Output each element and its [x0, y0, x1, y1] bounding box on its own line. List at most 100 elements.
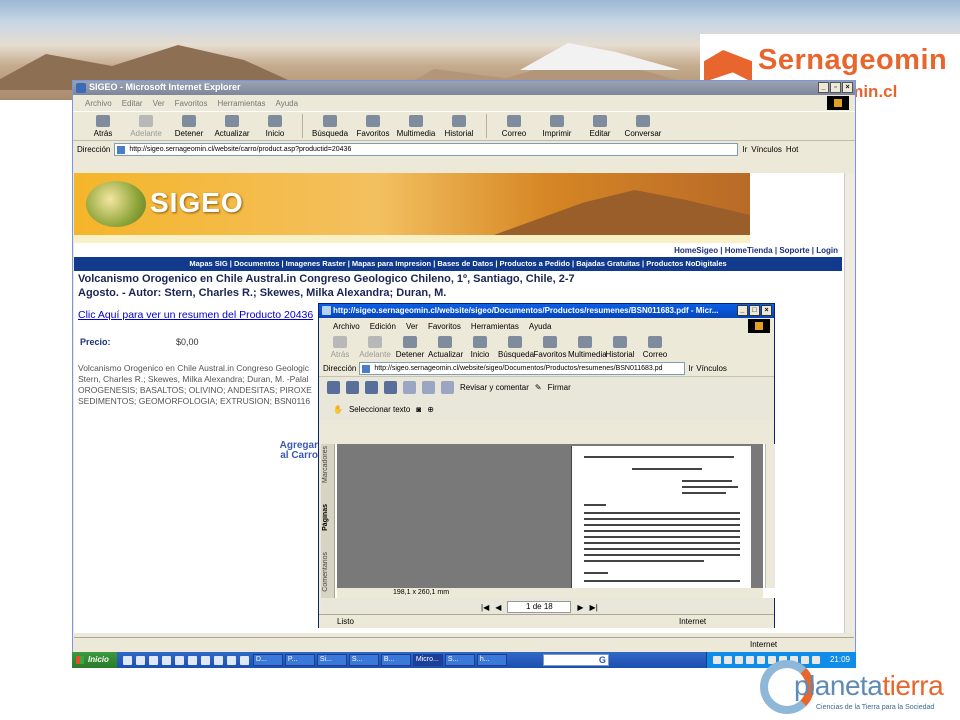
- page-number-field[interactable]: 1 de 18: [507, 601, 572, 613]
- address-input[interactable]: http://sigeo.sernageomin.cl/website/carr…: [114, 142, 739, 156]
- quick-launch-icon[interactable]: [239, 655, 249, 665]
- search-button[interactable]: Búsqueda: [310, 114, 350, 138]
- media-button[interactable]: Multimedia: [396, 114, 436, 138]
- top-links[interactable]: HomeSigeo | HomeTienda | Soporte | Login: [74, 245, 842, 257]
- menu-favoritos[interactable]: Favoritos: [428, 322, 461, 331]
- minimize-button[interactable]: _: [818, 82, 829, 93]
- taskbar-button[interactable]: B...: [380, 654, 411, 666]
- main-navbar[interactable]: Mapas SIG | Documentos | Imagenes Raster…: [74, 257, 842, 271]
- email-icon[interactable]: [365, 381, 378, 394]
- minimize-button[interactable]: _: [737, 305, 748, 316]
- links-label[interactable]: Vínculos: [696, 364, 727, 373]
- menu-herramientas[interactable]: Herramientas: [471, 322, 519, 331]
- search-box[interactable]: G: [542, 654, 609, 666]
- address-input[interactable]: http://sigeo.sernageomin.cl/website/sige…: [359, 361, 686, 375]
- hand-tool-icon[interactable]: ✋: [333, 405, 343, 414]
- menu-ver[interactable]: Ver: [406, 322, 418, 331]
- back-button[interactable]: Atrás: [323, 335, 357, 359]
- back-button[interactable]: Atrás: [83, 114, 123, 138]
- links-label[interactable]: Vínculos: [751, 145, 782, 154]
- menu-ayuda[interactable]: Ayuda: [529, 322, 552, 331]
- tab-comentarios[interactable]: Comentarios: [322, 552, 329, 592]
- print-icon[interactable]: [346, 381, 359, 394]
- tray-icon[interactable]: [724, 656, 732, 664]
- undo-icon[interactable]: [422, 381, 435, 394]
- forward-button[interactable]: Adelante: [358, 335, 392, 359]
- add-to-cart-button[interactable]: Agregar al Carro: [274, 441, 318, 461]
- refresh-button[interactable]: Actualizar: [428, 335, 463, 359]
- outer-scrollbar[interactable]: [844, 173, 854, 633]
- close-button[interactable]: ×: [842, 82, 853, 93]
- save-icon[interactable]: [327, 381, 340, 394]
- quick-launch-icon[interactable]: [122, 655, 132, 665]
- quick-launch-icon[interactable]: [187, 655, 197, 665]
- quick-launch-icon[interactable]: [161, 655, 171, 665]
- taskbar-button[interactable]: h...: [476, 654, 507, 666]
- quick-launch-icon[interactable]: [174, 655, 184, 665]
- next-page-icon[interactable]: ▶: [577, 603, 583, 612]
- tray-icon[interactable]: [746, 656, 754, 664]
- search-button[interactable]: Búsqueda: [498, 335, 534, 359]
- media-button[interactable]: Multimedia: [568, 335, 607, 359]
- favorites-button[interactable]: Favoritos: [533, 335, 567, 359]
- taskbar-button[interactable]: S...: [348, 654, 379, 666]
- forward-button[interactable]: Adelante: [126, 114, 166, 138]
- sign-button[interactable]: Firmar: [548, 383, 571, 392]
- tab-marcadores[interactable]: Marcadores: [322, 446, 329, 483]
- mail-button[interactable]: Correo: [494, 114, 534, 138]
- stop-button[interactable]: Detener: [169, 114, 209, 138]
- home-button[interactable]: Inicio: [463, 335, 497, 359]
- stop-button[interactable]: Detener: [393, 335, 427, 359]
- menu-ayuda[interactable]: Ayuda: [276, 99, 299, 108]
- menu-archivo[interactable]: Archivo: [85, 99, 112, 108]
- tab-paginas[interactable]: Páginas: [322, 504, 329, 531]
- hot-link[interactable]: Hot: [786, 145, 798, 154]
- refresh-button[interactable]: Actualizar: [212, 114, 252, 138]
- select-text-button[interactable]: Seleccionar texto: [349, 405, 410, 414]
- taskbar-button[interactable]: D...: [252, 654, 283, 666]
- quick-launch-icon[interactable]: [148, 655, 158, 665]
- zoom-icon[interactable]: ⊕: [427, 405, 434, 414]
- favorites-button[interactable]: Favoritos: [353, 114, 393, 138]
- restore-button[interactable]: ▫: [830, 82, 841, 93]
- menu-herramientas[interactable]: Herramientas: [218, 99, 266, 108]
- organizer-icon[interactable]: [403, 381, 416, 394]
- taskbar-button[interactable]: S...: [444, 654, 475, 666]
- print-button[interactable]: Imprimir: [537, 114, 577, 138]
- tray-icon[interactable]: [735, 656, 743, 664]
- menu-favoritos[interactable]: Favoritos: [175, 99, 208, 108]
- quick-launch-icon[interactable]: [135, 655, 145, 665]
- tray-icon[interactable]: [713, 656, 721, 664]
- taskbar-button[interactable]: P...: [284, 654, 315, 666]
- go-button[interactable]: Ir: [742, 145, 747, 154]
- quick-launch-icon[interactable]: [226, 655, 236, 665]
- menu-ver[interactable]: Ver: [153, 99, 165, 108]
- history-button[interactable]: Historial: [603, 335, 637, 359]
- taskbar-button[interactable]: Micro...: [412, 654, 443, 666]
- home-button[interactable]: Inicio: [255, 114, 295, 138]
- redo-icon[interactable]: [441, 381, 454, 394]
- history-button[interactable]: Historial: [439, 114, 479, 138]
- go-button[interactable]: Ir: [688, 364, 693, 373]
- mail-button[interactable]: Correo: [638, 335, 672, 359]
- search-icon[interactable]: [384, 381, 397, 394]
- quick-launch-icon[interactable]: [200, 655, 210, 665]
- pdf-scrollbar[interactable]: [765, 444, 775, 588]
- close-button[interactable]: ×: [761, 305, 772, 316]
- first-page-icon[interactable]: |◀: [481, 603, 489, 612]
- prev-page-icon[interactable]: ◀: [495, 603, 501, 612]
- menu-edicion[interactable]: Edición: [370, 322, 396, 331]
- start-button[interactable]: Inicio: [72, 652, 117, 668]
- quick-launch-icon[interactable]: [213, 655, 223, 665]
- summary-link[interactable]: Clic Aquí para ver un resumen del Produc…: [78, 309, 313, 321]
- edit-button[interactable]: Editar: [580, 114, 620, 138]
- discuss-button[interactable]: Conversar: [623, 114, 663, 138]
- taskbar-button[interactable]: Si...: [316, 654, 347, 666]
- document-canvas[interactable]: [337, 444, 763, 588]
- maximize-button[interactable]: □: [749, 305, 760, 316]
- menu-archivo[interactable]: Archivo: [333, 322, 360, 331]
- menu-editar[interactable]: Editar: [122, 99, 143, 108]
- last-page-icon[interactable]: ▶|: [590, 603, 598, 612]
- snapshot-icon[interactable]: ◙: [416, 405, 421, 414]
- review-comment-button[interactable]: Revisar y comentar: [460, 383, 529, 392]
